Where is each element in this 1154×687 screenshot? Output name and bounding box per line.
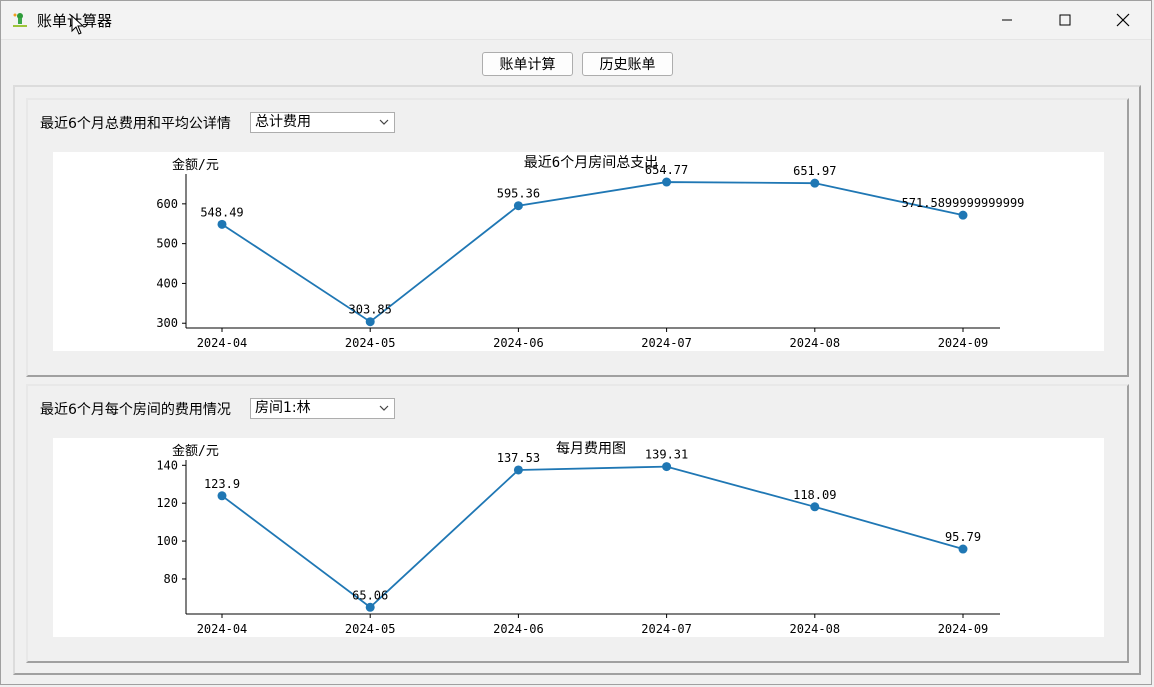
room-cost-panel: 最近6个月每个房间的费用情况 房间1:林 80 100 120 140 2024-04 2… [26, 384, 1129, 663]
y-tick-label: 100 [156, 534, 178, 548]
data-label: 65.06 [352, 588, 388, 602]
data-label: 123.9 [204, 477, 240, 491]
series-line [221, 181, 964, 323]
y-axis-label: 金额/元 [172, 443, 219, 459]
data-point [662, 462, 672, 472]
x-tick-label: 2024-04 [197, 622, 248, 636]
y-tick-label: 120 [156, 496, 178, 510]
app-window: 账单计算器 账单计算 历史账单 最近6个月总费用和平均公详情 总计费用 300 4… [0, 0, 1152, 685]
data-point [365, 317, 375, 327]
data-point [958, 210, 968, 220]
close-button[interactable] [1094, 1, 1152, 39]
series-line [221, 465, 964, 609]
total-cost-chart: 300 400 500 600 2024-04 2024-05 2024-06 2024-07… [53, 152, 1104, 351]
data-label: 137.53 [497, 451, 540, 465]
chart-title: 最近6个月房间总支出 [524, 155, 658, 171]
bill-calc-button[interactable]: 账单计算 [482, 52, 573, 76]
y-tick-label: 400 [156, 276, 178, 290]
data-point [513, 465, 523, 475]
y-tick-label: 140 [156, 458, 178, 472]
x-tick-label: 2024-07 [641, 336, 692, 350]
x-tick-label: 2024-05 [345, 622, 396, 636]
data-label: 651.97 [793, 164, 836, 178]
total-cost-select-value: 总计费用 [255, 114, 311, 130]
total-cost-label: 最近6个月总费用和平均公详情 [40, 116, 231, 132]
x-tick-label: 2024-06 [493, 336, 544, 350]
x-tick-label: 2024-06 [493, 622, 544, 636]
data-label: 118.09 [793, 488, 836, 502]
x-tick-label: 2024-08 [790, 622, 841, 636]
total-cost-chart-svg: 300 400 500 600 2024-04 2024-05 2024-06 2024-07… [156, 155, 1025, 350]
app-icon [13, 13, 27, 27]
data-point [810, 178, 820, 188]
chart-title: 每月费用图 [556, 441, 626, 457]
minimize-icon [1002, 19, 1012, 21]
close-icon [1116, 13, 1130, 27]
y-tick-label: 80 [164, 572, 178, 586]
data-point [958, 544, 968, 554]
x-tick-label: 2024-09 [938, 336, 989, 350]
y-axis-label: 金额/元 [172, 157, 219, 173]
x-tick-label: 2024-04 [197, 336, 248, 350]
mouse-cursor-icon [71, 15, 85, 35]
minimize-button[interactable] [978, 1, 1036, 39]
maximize-button[interactable] [1036, 1, 1094, 39]
data-point [662, 177, 672, 187]
chevron-down-icon [379, 405, 389, 411]
data-point [513, 201, 523, 211]
data-point [217, 219, 227, 229]
room-select-value: 房间1:林 [255, 400, 311, 416]
data-point [810, 502, 820, 512]
x-tick-label: 2024-08 [790, 336, 841, 350]
chevron-down-icon [379, 119, 389, 125]
room-cost-label: 最近6个月每个房间的费用情况 [40, 402, 231, 418]
data-label: 303.85 [349, 303, 392, 317]
data-label: 654.77 [645, 163, 688, 177]
data-label: 595.36 [497, 187, 540, 201]
data-label: 571.5899999999999 [902, 196, 1025, 210]
data-label: 139.31 [645, 448, 688, 462]
data-point [365, 602, 375, 612]
title-bar[interactable]: 账单计算器 [1, 1, 1151, 40]
x-tick-label: 2024-09 [938, 622, 989, 636]
room-select[interactable]: 房间1:林 [250, 398, 395, 419]
x-tick-label: 2024-05 [345, 336, 396, 350]
total-cost-panel: 最近6个月总费用和平均公详情 总计费用 300 400 500 600 2024-04 2… [26, 98, 1129, 377]
maximize-icon [1059, 14, 1071, 26]
y-tick-label: 600 [156, 197, 178, 211]
total-cost-select[interactable]: 总计费用 [250, 112, 395, 133]
data-label: 548.49 [200, 205, 243, 219]
data-point [217, 491, 227, 501]
y-tick-label: 300 [156, 316, 178, 330]
x-tick-label: 2024-07 [641, 622, 692, 636]
data-label: 95.79 [945, 530, 981, 544]
room-cost-chart-svg: 80 100 120 140 2024-04 2024-05 2024-06 2024-07 2… [156, 441, 1000, 636]
room-cost-chart: 80 100 120 140 2024-04 2024-05 2024-06 2024-07 2… [53, 438, 1104, 637]
bill-history-button[interactable]: 历史账单 [582, 52, 673, 76]
y-tick-label: 500 [156, 237, 178, 251]
